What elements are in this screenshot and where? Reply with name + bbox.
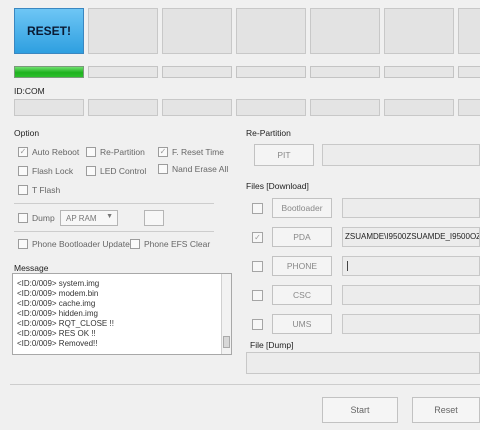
pit-path-field[interactable]: [322, 144, 480, 166]
dump-label: Dump: [32, 213, 55, 223]
ums-checkbox[interactable]: [252, 319, 263, 330]
message-line: <ID:0/009> RQT_CLOSE !!: [17, 319, 114, 328]
port-slot-6: [384, 8, 454, 54]
progress-bar-7: [458, 66, 480, 78]
t-flash-checkbox[interactable]: [18, 185, 28, 195]
phone-button[interactable]: PHONE: [272, 256, 332, 276]
message-line: <ID:0/009> RES OK !!: [17, 329, 96, 338]
ums-path-field[interactable]: [342, 314, 480, 334]
com-label: ID:COM: [14, 86, 45, 96]
phone-bootloader-update-checkbox[interactable]: [18, 239, 28, 249]
flash-lock-checkbox[interactable]: [18, 166, 28, 176]
com-slot-5: [310, 99, 380, 116]
led-control-checkbox[interactable]: [86, 166, 96, 176]
message-log: <ID:0/009> system.img <ID:0/009> modem.b…: [12, 273, 232, 355]
message-label: Message: [14, 263, 49, 273]
message-line: <ID:0/009> cache.img: [17, 299, 96, 308]
port-slot-7: [458, 8, 480, 54]
phone-checkbox[interactable]: [252, 261, 263, 272]
phone-path-field[interactable]: [342, 256, 480, 276]
option-label: Option: [14, 128, 40, 138]
message-line: <ID:0/009> modem.bin: [17, 289, 99, 298]
phone-bootloader-update-label: Phone Bootloader Update: [32, 239, 130, 249]
file-dump-label: File [Dump]: [250, 340, 294, 350]
progress-bar-5: [310, 66, 380, 78]
dump-extra-box: [144, 210, 164, 226]
csc-path-field[interactable]: [342, 285, 480, 305]
port-slot-5: [310, 8, 380, 54]
phone-efs-clear-checkbox[interactable]: [130, 239, 140, 249]
dump-select[interactable]: AP RAM ▼: [60, 210, 118, 226]
com-slot-2: [88, 99, 158, 116]
dump-path-field[interactable]: [246, 352, 480, 374]
com-slot-4: [236, 99, 306, 116]
auto-reboot-label: Auto Reboot: [32, 147, 80, 157]
message-line: <ID:0/009> hidden.img: [17, 309, 98, 318]
auto-reboot-checkbox[interactable]: ✓: [18, 147, 28, 157]
dump-checkbox[interactable]: [18, 213, 28, 223]
port-slot-3: [162, 8, 232, 54]
reset-button[interactable]: RESET!: [14, 8, 84, 54]
start-button[interactable]: Start: [322, 397, 398, 423]
csc-button[interactable]: CSC: [272, 285, 332, 305]
reset-bottom-button[interactable]: Reset: [412, 397, 480, 423]
f-reset-time-checkbox[interactable]: ✓: [158, 147, 168, 157]
f-reset-time-label: F. Reset Time: [172, 147, 224, 157]
port-slot-2: [88, 8, 158, 54]
progress-bar-4: [236, 66, 306, 78]
bootloader-path-field[interactable]: [342, 198, 480, 218]
option-divider-2: [14, 231, 214, 232]
com-slot-6: [384, 99, 454, 116]
progress-bar-1: [14, 66, 84, 78]
re-partition-checkbox[interactable]: [86, 147, 96, 157]
com-slot-1: [14, 99, 84, 116]
ums-button[interactable]: UMS: [272, 314, 332, 334]
t-flash-label: T Flash: [32, 185, 61, 195]
bootloader-checkbox[interactable]: [252, 203, 263, 214]
bootloader-button[interactable]: Bootloader: [272, 198, 332, 218]
nand-erase-all-label: Nand Erase All: [172, 164, 229, 174]
pda-path-field[interactable]: ZSUAMDE\I9500ZSUAMDE_I9500OZSAMDE: [342, 227, 480, 247]
port-slot-4: [236, 8, 306, 54]
message-line: <ID:0/009> Removed!!: [17, 339, 98, 348]
option-divider-1: [14, 203, 214, 204]
repartition-label: Re-Partition: [246, 128, 291, 138]
dump-select-value: AP RAM: [66, 214, 97, 223]
com-slot-7: [458, 99, 480, 116]
message-scrollbar[interactable]: [221, 274, 231, 354]
progress-bar-3: [162, 66, 232, 78]
progress-bar-6: [384, 66, 454, 78]
csc-checkbox[interactable]: [252, 290, 263, 301]
scrollbar-thumb[interactable]: [223, 336, 230, 348]
text-cursor: [347, 261, 348, 271]
progress-bar-2: [88, 66, 158, 78]
files-download-label: Files [Download]: [246, 181, 309, 191]
pit-button[interactable]: PIT: [254, 144, 314, 166]
nand-erase-all-checkbox[interactable]: [158, 164, 168, 174]
re-partition-label: Re-Partition: [100, 147, 145, 157]
led-control-label: LED Control: [100, 166, 147, 176]
pda-checkbox[interactable]: ✓: [252, 232, 263, 243]
phone-efs-clear-label: Phone EFS Clear: [144, 239, 211, 249]
pda-button[interactable]: PDA: [272, 227, 332, 247]
chevron-down-icon: ▼: [106, 213, 113, 220]
bottom-divider: [10, 384, 480, 385]
message-line: <ID:0/009> system.img: [17, 279, 100, 288]
flash-lock-label: Flash Lock: [32, 166, 74, 176]
com-slot-3: [162, 99, 232, 116]
